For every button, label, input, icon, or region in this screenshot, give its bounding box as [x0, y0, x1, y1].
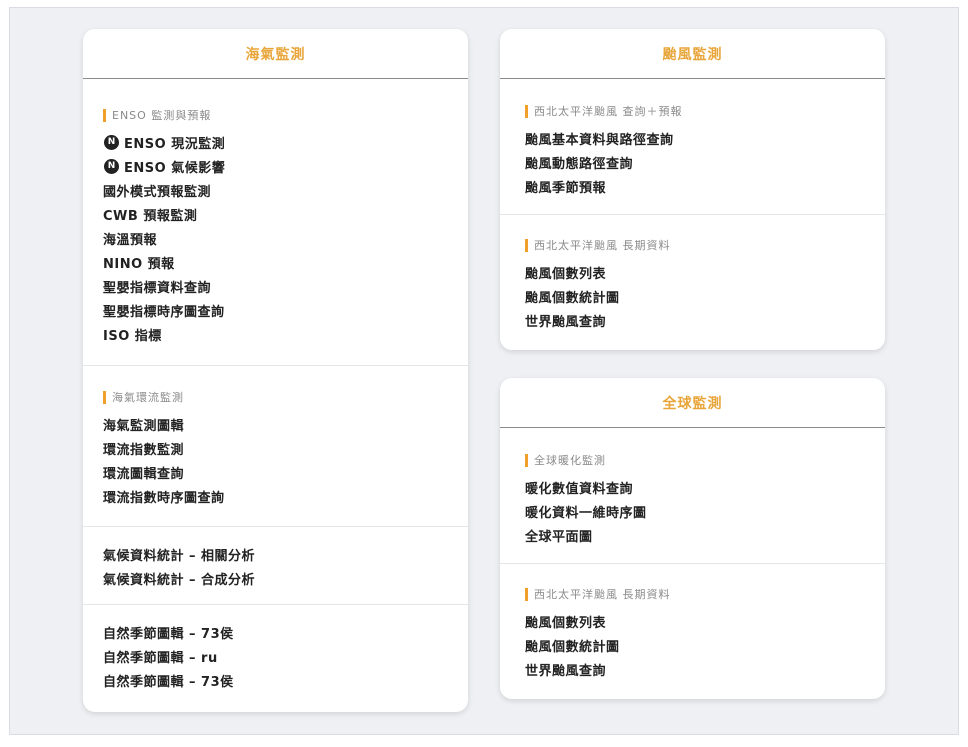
- accent-bar: [103, 390, 106, 404]
- link-world-typhoon-query[interactable]: 世界颱風查詢: [525, 657, 865, 681]
- section-title: 海氣環流監測: [103, 390, 448, 404]
- section-title-text: ENSO 監測與預報: [112, 109, 212, 122]
- ocean-monitoring-card: 海氣監測 ENSO 監測與預報 N ENSO 現況監測 N ENSO 氣候影響 …: [83, 29, 468, 712]
- link-correlation-analysis[interactable]: 氣候資料統計 – 相關分析: [103, 542, 448, 566]
- link-foreign-model[interactable]: 國外模式預報監測: [103, 178, 448, 202]
- link-warming-data-query[interactable]: 暖化數值資料查詢: [525, 475, 865, 499]
- link-typhoon-count-chart[interactable]: 颱風個數統計圖: [525, 633, 865, 657]
- link-enso-index-query[interactable]: 聖嬰指標資料查詢: [103, 274, 448, 298]
- enso-section: ENSO 監測與預報 N ENSO 現況監測 N ENSO 氣候影響 國外模式預…: [83, 79, 468, 365]
- link-world-typhoon-query[interactable]: 世界颱風查詢: [525, 308, 865, 332]
- global-warming-section: 全球暖化監測 暖化數值資料查詢 暖化資料一維時序圖 全球平面圖: [500, 428, 885, 563]
- global-typhoon-longterm-section: 西北太平洋颱風 長期資料 颱風個數列表 颱風個數統計圖 世界颱風查詢: [500, 563, 885, 681]
- section-title-text: 全球暖化監測: [534, 454, 606, 467]
- section-title: 全球暖化監測: [525, 453, 865, 467]
- link-typhoon-count-chart[interactable]: 颱風個數統計圖: [525, 284, 865, 308]
- link-enso-index-timeseries[interactable]: 聖嬰指標時序圖查詢: [103, 298, 448, 322]
- card-title: 全球監測: [500, 378, 885, 428]
- card-title: 海氣監測: [83, 29, 468, 79]
- link-natural-season-ru[interactable]: 自然季節圖輯 – ru: [103, 644, 448, 668]
- link-enso-impact[interactable]: N ENSO 氣候影響: [104, 154, 448, 178]
- link-circulation-timeseries[interactable]: 環流指數時序圖查詢: [103, 484, 448, 508]
- typhoon-query-section: 西北太平洋颱風 查詢＋預報 颱風基本資料與路徑查詢 颱風動態路徑查詢 颱風季節預…: [500, 79, 885, 214]
- section-title-text: 西北太平洋颱風 長期資料: [534, 239, 671, 252]
- link-ocean-atlas[interactable]: 海氣監測圖輯: [103, 412, 448, 436]
- natural-season-section: 自然季節圖輯 – 73侯 自然季節圖輯 – ru 自然季節圖輯 – 73侯: [83, 604, 468, 692]
- global-monitoring-card: 全球監測 全球暖化監測 暖化數值資料查詢 暖化資料一維時序圖 全球平面圖 西北太…: [500, 378, 885, 699]
- section-title-text: 西北太平洋颱風 查詢＋預報: [534, 105, 683, 118]
- link-warming-timeseries[interactable]: 暖化資料一維時序圖: [525, 499, 865, 523]
- circulation-section: 海氣環流監測 海氣監測圖輯 環流指數監測 環流圖輯查詢 環流指數時序圖查詢: [83, 365, 468, 526]
- link-global-map[interactable]: 全球平面圖: [525, 523, 865, 547]
- link-typhoon-seasonal-forecast[interactable]: 颱風季節預報: [525, 174, 865, 198]
- link-typhoon-track-query[interactable]: 颱風基本資料與路徑查詢: [525, 126, 865, 150]
- link-iso-index[interactable]: ISO 指標: [103, 322, 448, 346]
- section-title: 西北太平洋颱風 長期資料: [525, 587, 865, 601]
- link-sst-forecast[interactable]: 海溫預報: [103, 226, 448, 250]
- accent-bar: [525, 453, 528, 467]
- link-nino-forecast[interactable]: NINO 預報: [103, 250, 448, 274]
- typhoon-longterm-section: 西北太平洋颱風 長期資料 颱風個數列表 颱風個數統計圖 世界颱風查詢: [500, 214, 885, 332]
- link-typhoon-dynamic-track[interactable]: 颱風動態路徑查詢: [525, 150, 865, 174]
- typhoon-monitoring-card: 颱風監測 西北太平洋颱風 查詢＋預報 颱風基本資料與路徑查詢 颱風動態路徑查詢 …: [500, 29, 885, 350]
- accent-bar: [103, 108, 106, 122]
- link-composite-analysis[interactable]: 氣候資料統計 – 合成分析: [103, 566, 448, 590]
- link-enso-status[interactable]: N ENSO 現況監測: [104, 130, 448, 154]
- section-title: 西北太平洋颱風 查詢＋預報: [525, 104, 865, 118]
- link-typhoon-count-list[interactable]: 颱風個數列表: [525, 260, 865, 284]
- section-title: 西北太平洋颱風 長期資料: [525, 238, 865, 252]
- link-circulation-atlas[interactable]: 環流圖輯查詢: [103, 460, 448, 484]
- section-title-text: 海氣環流監測: [112, 391, 184, 404]
- link-label: ENSO 氣候影響: [124, 160, 226, 176]
- n-badge-icon: N: [104, 158, 119, 174]
- section-title-text: 西北太平洋颱風 長期資料: [534, 588, 671, 601]
- accent-bar: [525, 238, 528, 252]
- link-natural-season-73[interactable]: 自然季節圖輯 – 73侯: [103, 620, 448, 644]
- accent-bar: [525, 104, 528, 118]
- section-title: ENSO 監測與預報: [103, 108, 448, 122]
- statistics-section: 氣候資料統計 – 相關分析 氣候資料統計 – 合成分析: [83, 526, 468, 604]
- n-badge-icon: N: [104, 134, 119, 150]
- accent-bar: [525, 587, 528, 601]
- link-natural-season-73b[interactable]: 自然季節圖輯 – 73侯: [103, 668, 448, 692]
- link-cwb-forecast[interactable]: CWB 預報監測: [103, 202, 448, 226]
- link-label: ENSO 現況監測: [124, 136, 226, 152]
- card-title: 颱風監測: [500, 29, 885, 79]
- link-typhoon-count-list[interactable]: 颱風個數列表: [525, 609, 865, 633]
- link-circulation-index[interactable]: 環流指數監測: [103, 436, 448, 460]
